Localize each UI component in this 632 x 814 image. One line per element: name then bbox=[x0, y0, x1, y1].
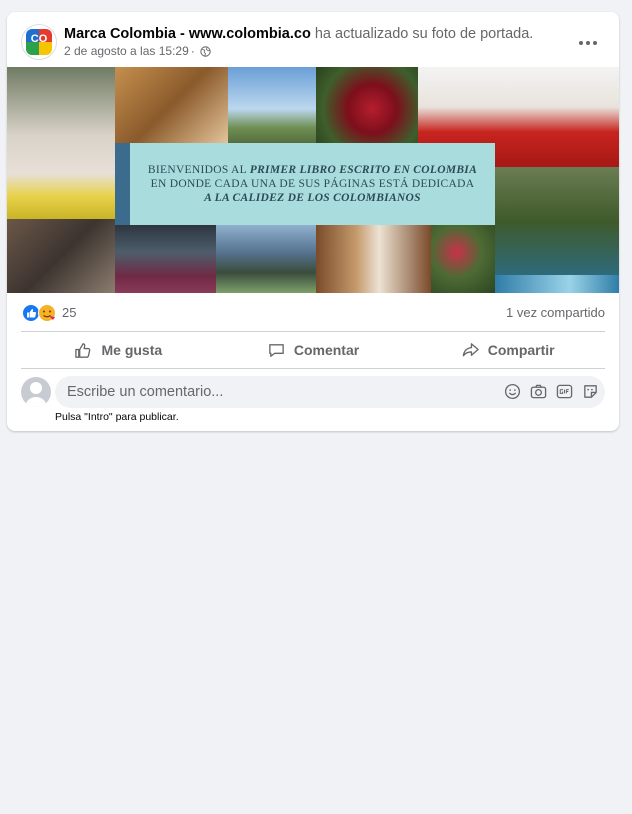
meta-separator: · bbox=[190, 44, 195, 58]
photo-coast bbox=[216, 225, 316, 293]
share-button[interactable]: Compartir bbox=[410, 332, 605, 368]
comment-tools bbox=[504, 383, 599, 400]
comment-label: Comentar bbox=[293, 342, 360, 358]
photo-kitchen bbox=[316, 225, 431, 293]
cover-banner: BIENVENIDOS AL PRIMER LIBRO ESCRITO EN C… bbox=[130, 143, 495, 225]
sticker-icon[interactable] bbox=[582, 383, 599, 400]
more-options-icon[interactable] bbox=[575, 36, 601, 50]
photo-strip-left bbox=[115, 143, 130, 225]
share-icon bbox=[462, 342, 479, 356]
globe-icon[interactable] bbox=[200, 45, 211, 57]
photo-elder bbox=[7, 219, 115, 293]
banner-line-3-text: A LA CALIDEZ DE LOS COLOMBIANOS bbox=[204, 192, 421, 204]
post-card: CO Marca Colombia - www.colombia.co ha a… bbox=[7, 12, 619, 431]
shares-count[interactable]: 1 vez compartido bbox=[506, 305, 605, 320]
comment-composer bbox=[21, 376, 605, 410]
cover-photo[interactable]: BIENVENIDOS AL PRIMER LIBRO ESCRITO EN C… bbox=[7, 67, 619, 293]
page-avatar[interactable]: CO bbox=[21, 24, 57, 60]
photo-flowers bbox=[431, 225, 495, 293]
banner-line-1-prefix: BIENVENIDOS AL bbox=[147, 164, 250, 176]
banner-line-3: A LA CALIDEZ DE LOS COLOMBIANOS bbox=[204, 191, 421, 205]
post-action-text: ha actualizado su foto de portada. bbox=[314, 26, 534, 42]
photo-weaving bbox=[115, 225, 216, 293]
camera-icon[interactable] bbox=[530, 383, 547, 400]
user-avatar[interactable] bbox=[21, 377, 51, 407]
photo-boat-strip bbox=[495, 275, 619, 293]
post-stats: 25 1 vez compartido bbox=[7, 293, 619, 331]
like-label: Me gusta bbox=[101, 342, 163, 358]
emoji-icon[interactable] bbox=[504, 383, 521, 400]
reactions-icon[interactable] bbox=[22, 304, 58, 322]
gif-icon[interactable] bbox=[556, 383, 573, 400]
photo-woman-hats bbox=[115, 67, 228, 143]
author-name[interactable]: Marca Colombia - www.colombia.co bbox=[64, 26, 311, 42]
default-user-icon bbox=[25, 382, 47, 407]
photo-cacao bbox=[316, 67, 418, 143]
comment-icon bbox=[269, 343, 284, 357]
photo-man-flowers bbox=[7, 67, 115, 219]
thumbs-up-icon bbox=[75, 342, 91, 358]
avatar-logo-text: CO bbox=[30, 33, 48, 45]
post-title: Marca Colombia - www.colombia.co ha actu… bbox=[64, 25, 533, 43]
banner-line-2: EN DONDE CADA UNA DE SUS PÁGINAS ESTÁ DE… bbox=[150, 178, 475, 190]
photo-river-boat bbox=[495, 167, 619, 275]
reactions-count[interactable]: 25 bbox=[62, 305, 76, 320]
marca-colombia-logo-icon: CO bbox=[26, 29, 52, 55]
like-button[interactable]: Me gusta bbox=[21, 332, 216, 368]
post-header: CO Marca Colombia - www.colombia.co ha a… bbox=[7, 12, 619, 67]
banner-line-1: BIENVENIDOS AL PRIMER LIBRO ESCRITO EN C… bbox=[148, 163, 477, 177]
banner-line-1-emphasis: PRIMER LIBRO ESCRITO EN COLOMBIA bbox=[249, 164, 478, 176]
divider-bottom bbox=[21, 368, 605, 369]
post-meta: 2 de agosto a las 15:29 · bbox=[64, 44, 211, 58]
post-timestamp[interactable]: 2 de agosto a las 15:29 bbox=[64, 44, 189, 58]
comment-button[interactable]: Comentar bbox=[216, 332, 411, 368]
post-actions: Me gusta Comentar Compartir bbox=[21, 332, 605, 368]
comment-hint: Pulsa "Intro" para publicar. bbox=[55, 411, 179, 423]
share-label: Compartir bbox=[487, 342, 555, 358]
photo-statue bbox=[228, 67, 316, 143]
